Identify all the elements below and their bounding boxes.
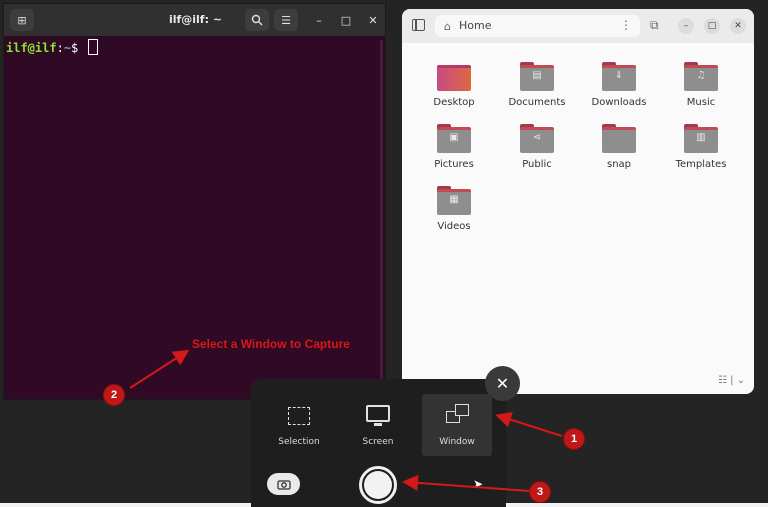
list-view-icon[interactable]: ☷ (718, 375, 727, 386)
files-window[interactable]: ⌂ Home ⋮ ⧉ – □ ✕ Desktop ▤ Documents ⇓ D… (402, 9, 754, 394)
folder-item-videos[interactable]: ▦ Videos (413, 186, 495, 232)
folder-music-icon: ♫ (684, 62, 718, 91)
folder-public-icon: ⋖ (520, 124, 554, 153)
mode-selection-button[interactable]: Selection (264, 394, 334, 456)
folder-pictures-icon: ▣ (437, 124, 471, 153)
maximize-icon[interactable]: □ (704, 18, 720, 34)
annotation-badge-2: 2 (103, 384, 125, 406)
folder-label: Documents (508, 97, 566, 108)
folder-item-desktop[interactable]: Desktop (413, 62, 495, 108)
terminal-scrollbar[interactable] (380, 40, 383, 395)
prompt-separator: : (56, 41, 64, 55)
folder-snap-icon (602, 124, 636, 153)
close-icon[interactable]: ✕ (730, 18, 746, 34)
folder-desktop-icon (437, 62, 471, 91)
capture-button[interactable] (359, 466, 397, 504)
mode-label: Window (439, 437, 475, 447)
close-icon[interactable]: ✕ (364, 11, 382, 29)
kebab-menu-icon[interactable]: ⋮ (620, 18, 632, 32)
terminal-prompt: ilf@ilf:~$ (6, 39, 98, 55)
chevron-down-icon[interactable]: ⌄ (737, 375, 745, 386)
prompt-symbol: $ (71, 41, 79, 55)
minimize-icon[interactable]: – (678, 18, 694, 34)
folder-item-documents[interactable]: ▤ Documents (496, 62, 578, 108)
home-icon: ⌂ (444, 20, 451, 33)
folder-item-downloads[interactable]: ⇓ Downloads (578, 62, 660, 108)
mode-label: Selection (278, 437, 320, 447)
monitor-stand (374, 423, 382, 426)
folder-documents-icon: ▤ (520, 62, 554, 91)
new-folder-icon[interactable]: ⧉ (650, 18, 659, 33)
monitor-icon (366, 405, 390, 422)
maximize-icon[interactable]: □ (337, 11, 355, 29)
files-header: ⌂ Home ⋮ ⧉ – □ ✕ (402, 9, 754, 43)
annotation-badge-3: 3 (529, 481, 551, 503)
hamburger-menu-icon[interactable]: ☰ (274, 9, 298, 31)
folder-label: snap (606, 159, 632, 170)
minimize-icon[interactable]: – (310, 11, 328, 29)
folder-item-music[interactable]: ♫ Music (660, 62, 742, 108)
view-options[interactable]: ☷ | ⌄ (718, 375, 745, 386)
window-icon-back (455, 404, 469, 416)
folder-item-templates[interactable]: ▥ Templates (660, 124, 742, 170)
annotation-text: Select a Window to Capture (192, 337, 350, 351)
folder-label: Desktop (433, 97, 475, 108)
folder-item-pictures[interactable]: ▣ Pictures (413, 124, 495, 170)
folder-label: Templates (675, 159, 727, 170)
mode-screen-button[interactable]: Screen (343, 394, 413, 456)
folder-label: Downloads (591, 97, 647, 108)
folder-label: Pictures (434, 159, 474, 170)
mode-label: Screen (362, 437, 394, 447)
path-label: Home (459, 19, 492, 32)
sidebar-toggle-icon[interactable] (412, 19, 425, 31)
mode-window-button[interactable]: Window (422, 394, 492, 456)
search-icon[interactable] (245, 9, 269, 31)
folder-label: Videos (437, 221, 471, 232)
prompt-path: ~ (63, 41, 72, 55)
text-cursor (87, 39, 98, 55)
folder-videos-icon: ▦ (437, 186, 471, 215)
folder-item-snap[interactable]: snap (578, 124, 660, 170)
folder-item-public[interactable]: ⋖ Public (496, 124, 578, 170)
path-bar[interactable]: ⌂ Home ⋮ (435, 15, 640, 37)
folder-templates-icon: ▥ (684, 124, 718, 153)
folder-label: Music (686, 97, 716, 108)
folder-label: Public (522, 159, 552, 170)
mouse-pointer-icon: ➤ (473, 477, 484, 491)
folder-downloads-icon: ⇓ (602, 62, 636, 91)
prompt-user: ilf@ilf (6, 41, 57, 55)
selection-icon (288, 407, 310, 425)
camera-icon[interactable] (267, 473, 300, 495)
annotation-badge-1: 1 (563, 428, 585, 450)
terminal-header: ⊞ ilf@ilf: ~ ☰ – □ ✕ (4, 4, 385, 36)
terminal-title: ilf@ilf: ~ (168, 13, 223, 26)
